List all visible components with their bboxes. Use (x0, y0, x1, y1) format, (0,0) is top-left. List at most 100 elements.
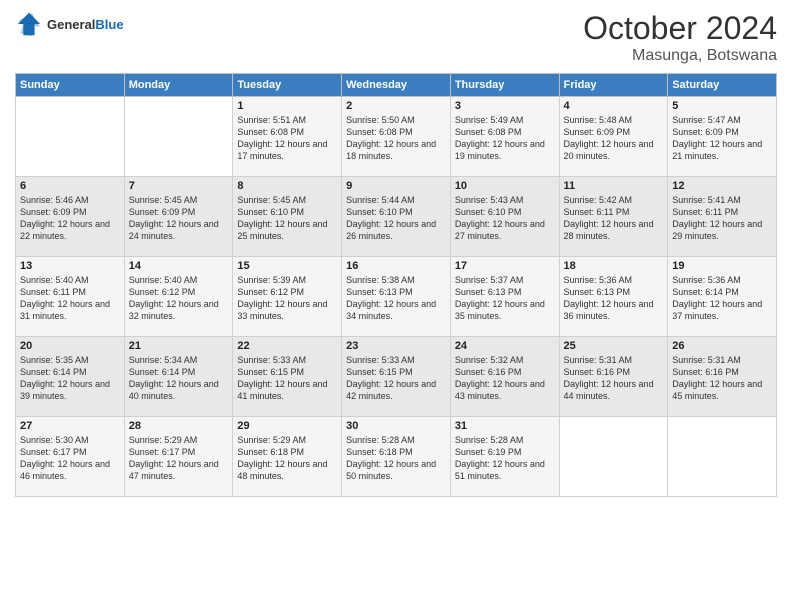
day-number: 17 (455, 260, 555, 272)
day-cell: 5Sunrise: 5:47 AMSunset: 6:09 PMDaylight… (668, 97, 777, 177)
sunset-text: Sunset: 6:17 PM (20, 447, 87, 457)
day-number: 16 (346, 260, 446, 272)
day-number: 4 (564, 100, 664, 112)
day-info: Sunrise: 5:28 AMSunset: 6:18 PMDaylight:… (346, 434, 446, 483)
day-info: Sunrise: 5:35 AMSunset: 6:14 PMDaylight:… (20, 354, 120, 403)
day-number: 22 (237, 340, 337, 352)
day-info: Sunrise: 5:36 AMSunset: 6:13 PMDaylight:… (564, 274, 664, 323)
day-cell: 8Sunrise: 5:45 AMSunset: 6:10 PMDaylight… (233, 177, 342, 257)
header: GeneralBlue October 2024 Masunga, Botswa… (15, 10, 777, 65)
week-row-3: 13Sunrise: 5:40 AMSunset: 6:11 PMDayligh… (16, 257, 777, 337)
day-cell: 27Sunrise: 5:30 AMSunset: 6:17 PMDayligh… (16, 417, 125, 497)
daylight-text: Daylight: 12 hours and 32 minutes. (129, 299, 219, 321)
daylight-text: Daylight: 12 hours and 22 minutes. (20, 219, 110, 241)
week-row-5: 27Sunrise: 5:30 AMSunset: 6:17 PMDayligh… (16, 417, 777, 497)
day-number: 3 (455, 100, 555, 112)
day-number: 30 (346, 420, 446, 432)
sunrise-text: Sunrise: 5:47 AM (672, 115, 741, 125)
daylight-text: Daylight: 12 hours and 19 minutes. (455, 139, 545, 161)
day-cell: 20 Sunrise: 5:35 AMSunset: 6:14 PMDayligh… (16, 337, 125, 417)
weekday-header-thursday: Thursday (450, 74, 559, 97)
day-number: 15 (237, 260, 337, 272)
day-cell: 1Sunrise: 5:51 AMSunset: 6:08 PMDaylight… (233, 97, 342, 177)
day-cell: 14Sunrise: 5:40 AMSunset: 6:12 PMDayligh… (124, 257, 233, 337)
weekday-header-tuesday: Tuesday (233, 74, 342, 97)
sunset-text: Sunset: 6:08 PM (455, 127, 522, 137)
day-cell (124, 97, 233, 177)
daylight-text: Daylight: 12 hours and 28 minutes. (564, 219, 654, 241)
sunrise-text: Sunrise: 5:45 AM (237, 195, 306, 205)
day-cell (668, 417, 777, 497)
day-info: Sunrise: 5:36 AMSunset: 6:14 PMDaylight:… (672, 274, 772, 323)
day-cell: 3 Sunrise: 5:49 AM Sunset: 6:08 PM Daylight… (450, 97, 559, 177)
calendar-table: SundayMondayTuesdayWednesdayThursdayFrid… (15, 73, 777, 497)
sunset-text: Sunset: 6:16 PM (672, 367, 739, 377)
daylight-text: Daylight: 12 hours and 37 minutes. (672, 299, 762, 321)
sunset-text: Sunset: 6:09 PM (129, 207, 196, 217)
weekday-header-wednesday: Wednesday (342, 74, 451, 97)
day-info: Sunrise: 5:32 AMSunset: 6:16 PMDaylight:… (455, 354, 555, 403)
daylight-text: Daylight: 12 hours and 43 minutes. (455, 379, 545, 401)
week-row-2: 6Sunrise: 5:46 AMSunset: 6:09 PMDaylight… (16, 177, 777, 257)
location-title: Masunga, Botswana (583, 47, 777, 65)
sunrise-text: Sunrise: 5:41 AM (672, 195, 741, 205)
day-number: 11 (564, 180, 664, 192)
sunset-text: Sunset: 6:08 PM (237, 127, 304, 137)
daylight-text: Daylight: 12 hours and 24 minutes. (129, 219, 219, 241)
weekday-header-friday: Friday (559, 74, 668, 97)
daylight-text: Daylight: 12 hours and 41 minutes. (237, 379, 327, 401)
sunset-text: Sunset: 6:10 PM (237, 207, 304, 217)
sunrise-text: Sunrise: 5:37 AM (455, 275, 524, 285)
weekday-header-row: SundayMondayTuesdayWednesdayThursdayFrid… (16, 74, 777, 97)
day-info: Sunrise: 5:44 AMSunset: 6:10 PMDaylight:… (346, 194, 446, 243)
sunrise-text: Sunrise: 5:29 AM (129, 435, 198, 445)
sunset-text: Sunset: 6:11 PM (672, 207, 738, 217)
sunrise-text: Sunrise: 5:36 AM (672, 275, 741, 285)
day-number: 20 (20, 340, 120, 352)
sunrise-text: Sunrise: 5:49 AM (455, 115, 524, 125)
sunset-text: Sunset: 6:13 PM (346, 287, 413, 297)
sunset-text: Sunset: 6:12 PM (237, 287, 304, 297)
day-cell: 4Sunrise: 5:48 AMSunset: 6:09 PMDaylight… (559, 97, 668, 177)
day-number: 8 (237, 180, 337, 192)
day-number: 31 (455, 420, 555, 432)
day-cell: 11Sunrise: 5:42 AMSunset: 6:11 PMDayligh… (559, 177, 668, 257)
day-cell: 12Sunrise: 5:41 AMSunset: 6:11 PMDayligh… (668, 177, 777, 257)
week-row-1: 1Sunrise: 5:51 AMSunset: 6:08 PMDaylight… (16, 97, 777, 177)
sunset-text: Sunset: 6:10 PM (455, 207, 522, 217)
sunrise-text: Sunrise: 5:31 AM (672, 355, 741, 365)
day-info: Sunrise: 5:33 AMSunset: 6:15 PMDaylight:… (237, 354, 337, 403)
daylight-text: Daylight: 12 hours and 26 minutes. (346, 219, 436, 241)
daylight-text: Daylight: 12 hours and 17 minutes. (237, 139, 327, 161)
day-cell: 30 Sunrise: 5:28 AMSunset: 6:18 PMDayligh… (342, 417, 451, 497)
day-info: Sunrise: 5:29 AMSunset: 6:17 PMDaylight:… (129, 434, 229, 483)
day-cell (16, 97, 125, 177)
day-cell: 23Sunrise: 5:33 AMSunset: 6:15 PMDayligh… (342, 337, 451, 417)
daylight-text: Daylight: 12 hours and 44 minutes. (564, 379, 654, 401)
sunset-text: Sunset: 6:16 PM (564, 367, 631, 377)
daylight-text: Daylight: 12 hours and 18 minutes. (346, 139, 436, 161)
sunrise-text: Sunrise: 5:31 AM (564, 355, 633, 365)
day-cell: 10Sunrise: 5:43 AMSunset: 6:10 PMDayligh… (450, 177, 559, 257)
daylight-text: Daylight: 12 hours and 45 minutes. (672, 379, 762, 401)
day-cell: 26Sunrise: 5:31 AMSunset: 6:16 PMDayligh… (668, 337, 777, 417)
day-cell: 16Sunrise: 5:38 AMSunset: 6:13 PMDayligh… (342, 257, 451, 337)
daylight-text: Daylight: 12 hours and 34 minutes. (346, 299, 436, 321)
daylight-text: Daylight: 12 hours and 46 minutes. (20, 459, 110, 481)
day-cell: 24Sunrise: 5:32 AMSunset: 6:16 PMDayligh… (450, 337, 559, 417)
sunrise-text: Sunrise: 5:48 AM (564, 115, 633, 125)
day-info: Sunrise: 5:29 AMSunset: 6:18 PMDaylight:… (237, 434, 337, 483)
sunset-text: Sunset: 6:14 PM (20, 367, 87, 377)
logo: GeneralBlue (15, 10, 124, 38)
day-cell (559, 417, 668, 497)
day-info: Sunrise: 5:41 AMSunset: 6:11 PMDaylight:… (672, 194, 772, 243)
sunset-text: Sunset: 6:09 PM (564, 127, 631, 137)
sunrise-text: Sunrise: 5:33 AM (237, 355, 306, 365)
day-cell: 15Sunrise: 5:39 AMSunset: 6:12 PMDayligh… (233, 257, 342, 337)
sunrise-text: Sunrise: 5:32 AM (455, 355, 524, 365)
day-cell: 31Sunrise: 5:28 AMSunset: 6:19 PMDayligh… (450, 417, 559, 497)
day-cell: 9Sunrise: 5:44 AMSunset: 6:10 PMDaylight… (342, 177, 451, 257)
daylight-text: Daylight: 12 hours and 48 minutes. (237, 459, 327, 481)
day-cell: 22 Sunrise: 5:33 AMSunset: 6:15 PMDayligh… (233, 337, 342, 417)
day-number: 13 (20, 260, 120, 272)
